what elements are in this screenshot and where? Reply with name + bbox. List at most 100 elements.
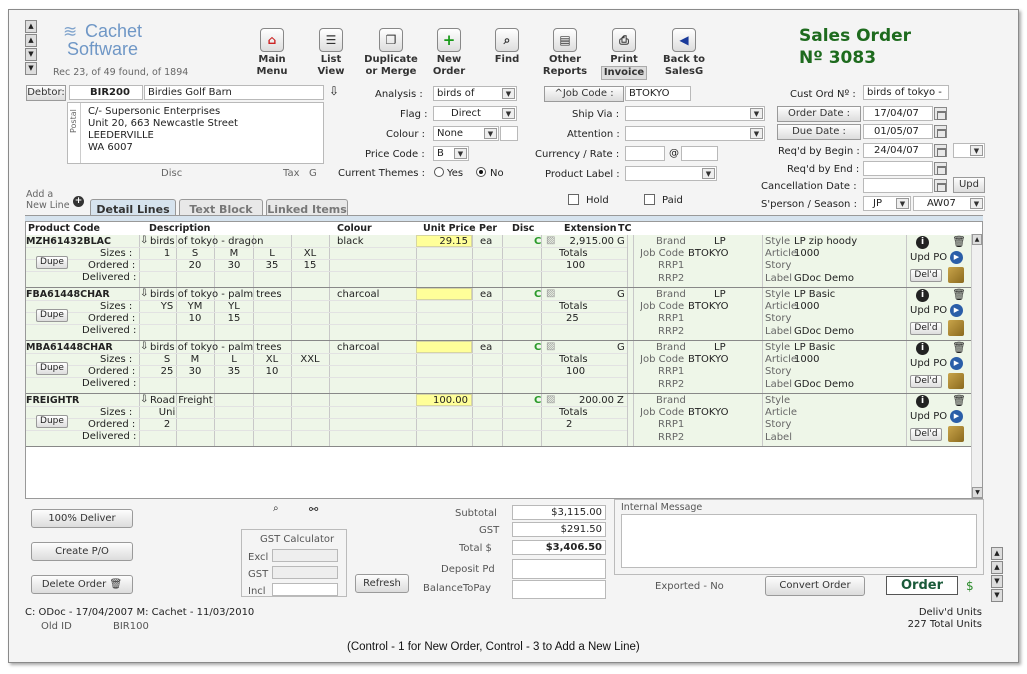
colour-extra-field[interactable] bbox=[500, 126, 518, 141]
size-ordered-qty[interactable]: 10 bbox=[255, 366, 289, 377]
size-ordered-qty[interactable]: 35 bbox=[255, 260, 289, 271]
gst-gst-field[interactable] bbox=[272, 566, 338, 579]
product-code[interactable]: FREIGHTR bbox=[26, 395, 79, 406]
order-date-field[interactable]: 17/04/07 bbox=[863, 106, 933, 121]
main-menu-button[interactable]: ⌂ Main Menu bbox=[252, 28, 292, 78]
line-description[interactable]: birds of tokyo - palm trees bbox=[150, 289, 282, 300]
themes-yes-radio[interactable] bbox=[434, 167, 444, 177]
unit-price-field[interactable]: 100.00 bbox=[416, 394, 472, 406]
next-record-icon[interactable]: ▼ bbox=[25, 48, 37, 61]
size-ordered-qty[interactable]: 20 bbox=[178, 260, 212, 271]
job-code-field[interactable]: BTOKYO bbox=[625, 86, 691, 101]
product-code[interactable]: MBA61448CHAR bbox=[26, 342, 113, 353]
size-ordered-qty[interactable]: 35 bbox=[217, 366, 251, 377]
prev-record-icon[interactable]: ▲ bbox=[25, 34, 37, 47]
size-ordered-qty[interactable]: 15 bbox=[293, 260, 327, 271]
unit-price-field[interactable] bbox=[416, 288, 472, 300]
size-ordered-qty[interactable]: 15 bbox=[217, 313, 251, 324]
last-record-icon[interactable]: ▼ bbox=[25, 62, 37, 75]
reqd-end-field[interactable] bbox=[863, 161, 933, 176]
scroll-down-icon[interactable]: ▼ bbox=[972, 487, 983, 498]
upd-po-label[interactable]: Upd PO bbox=[910, 411, 947, 422]
new-order-button[interactable]: + New Order bbox=[429, 28, 469, 78]
line-colour[interactable]: charcoal bbox=[337, 289, 379, 300]
size-ordered-qty[interactable]: 2 bbox=[150, 419, 184, 430]
rate-field[interactable] bbox=[681, 146, 718, 161]
ship-via-select[interactable]: ▼ bbox=[625, 106, 765, 121]
dupe-button[interactable]: Dupe bbox=[36, 415, 68, 428]
upd-button[interactable]: Upd bbox=[953, 177, 985, 193]
trash-icon[interactable]: 🗑 bbox=[952, 394, 966, 407]
upd-po-label[interactable]: Upd PO bbox=[910, 358, 947, 369]
table-row[interactable]: FBA61448CHAR ⇩ birds of tokyo - palm trees… bbox=[26, 288, 971, 341]
table-row[interactable]: FREIGHTR ⇩ Road Freight 100.00 C ▨ 200.00 Z Size… bbox=[26, 394, 971, 447]
info-icon[interactable]: i bbox=[916, 342, 929, 355]
trash-icon[interactable]: 🗑 bbox=[952, 235, 966, 248]
product-label-select[interactable]: ▼ bbox=[625, 166, 717, 181]
glasses-icon[interactable]: ⚯ bbox=[309, 503, 318, 516]
prev-record-icon[interactable]: ▲ bbox=[991, 561, 1003, 574]
trash-icon[interactable]: 🗑 bbox=[952, 341, 966, 354]
stock-boxes-icon[interactable] bbox=[948, 267, 964, 283]
sperson-select[interactable]: JP ▼ bbox=[863, 196, 911, 211]
back-button[interactable]: ◀ Back to SalesG bbox=[661, 28, 707, 78]
size-ordered-qty[interactable]: 30 bbox=[178, 366, 212, 377]
debtor-code-field[interactable]: BIR200 bbox=[69, 85, 143, 100]
paid-checkbox[interactable] bbox=[644, 194, 655, 205]
play-icon[interactable]: ▶ bbox=[950, 251, 963, 264]
dupe-button[interactable]: Dupe bbox=[36, 256, 68, 269]
create-po-button[interactable]: Create P/O bbox=[31, 542, 133, 561]
line-colour[interactable]: black bbox=[337, 236, 364, 247]
play-icon[interactable]: ▶ bbox=[950, 357, 963, 370]
play-icon[interactable]: ▶ bbox=[950, 410, 963, 423]
hold-checkbox[interactable] bbox=[568, 194, 579, 205]
add-line-icon[interactable]: + bbox=[73, 196, 84, 207]
line-colour[interactable]: charcoal bbox=[337, 342, 379, 353]
calendar-icon[interactable] bbox=[934, 107, 947, 120]
deliver-100-button[interactable]: 100% Deliver bbox=[31, 509, 133, 528]
other-reports-button[interactable]: ▤ Other Reports bbox=[542, 28, 588, 78]
currency-field[interactable] bbox=[625, 146, 665, 161]
info-icon[interactable]: i bbox=[916, 236, 929, 249]
first-record-icon[interactable]: ▲ bbox=[25, 20, 37, 33]
refresh-button[interactable]: Refresh bbox=[355, 574, 409, 593]
postal-address-box[interactable]: Postal C/- Supersonic Enterprises Unit 2… bbox=[67, 102, 324, 164]
due-date-button[interactable]: Due Date : bbox=[777, 124, 861, 140]
line-description[interactable]: Road Freight bbox=[150, 395, 213, 406]
analysis-select[interactable]: birds of ▼ bbox=[433, 86, 517, 101]
description-lookup-icon[interactable]: ⇩ bbox=[140, 288, 148, 299]
unit-price-field[interactable]: 29.15 bbox=[416, 235, 472, 247]
play-icon[interactable]: ▶ bbox=[950, 304, 963, 317]
calendar-icon[interactable] bbox=[934, 162, 947, 175]
upd-po-label[interactable]: Upd PO bbox=[910, 305, 947, 316]
internal-message-field[interactable] bbox=[621, 514, 977, 568]
colour-select[interactable]: None ▼ bbox=[433, 126, 499, 141]
gst-excl-field[interactable] bbox=[272, 549, 338, 562]
delivered-button[interactable]: Del'd bbox=[910, 428, 942, 441]
add-new-line-label[interactable]: Add a New Line bbox=[26, 189, 70, 211]
cancellation-field[interactable] bbox=[863, 178, 933, 193]
description-lookup-icon[interactable]: ⇩ bbox=[140, 235, 148, 246]
price-code-select[interactable]: B ▼ bbox=[433, 146, 469, 161]
next-record-icon[interactable]: ▼ bbox=[991, 575, 1003, 588]
calendar-icon[interactable] bbox=[934, 179, 947, 192]
line-description[interactable]: birds of tokyo - dragon bbox=[150, 236, 263, 247]
trash-icon[interactable]: 🗑 bbox=[952, 288, 966, 301]
delivered-button[interactable]: Del'd bbox=[910, 375, 942, 388]
list-view-button[interactable]: ☰ List View bbox=[311, 28, 351, 78]
table-row[interactable]: MZH61432BLAC ⇩ birds of tokyo - dragon blac… bbox=[26, 235, 971, 288]
first-record-icon[interactable]: ▲ bbox=[991, 547, 1003, 560]
product-code[interactable]: FBA61448CHAR bbox=[26, 289, 110, 300]
size-ordered-qty[interactable]: 10 bbox=[178, 313, 212, 324]
find-button[interactable]: ⌕ Find bbox=[487, 28, 527, 66]
order-date-button[interactable]: Order Date : bbox=[777, 106, 861, 122]
deposit-field[interactable] bbox=[512, 559, 606, 579]
season-select[interactable]: AW07 ▼ bbox=[913, 196, 985, 211]
due-date-field[interactable]: 01/05/07 bbox=[863, 124, 933, 139]
job-code-button[interactable]: ^Job Code : bbox=[544, 86, 624, 102]
last-record-icon[interactable]: ▼ bbox=[991, 589, 1003, 602]
reqd-begin-select[interactable]: ▼ bbox=[953, 143, 985, 158]
stock-boxes-icon[interactable] bbox=[948, 426, 964, 442]
stock-boxes-icon[interactable] bbox=[948, 373, 964, 389]
flag-select[interactable]: Direct ▼ bbox=[433, 106, 517, 121]
